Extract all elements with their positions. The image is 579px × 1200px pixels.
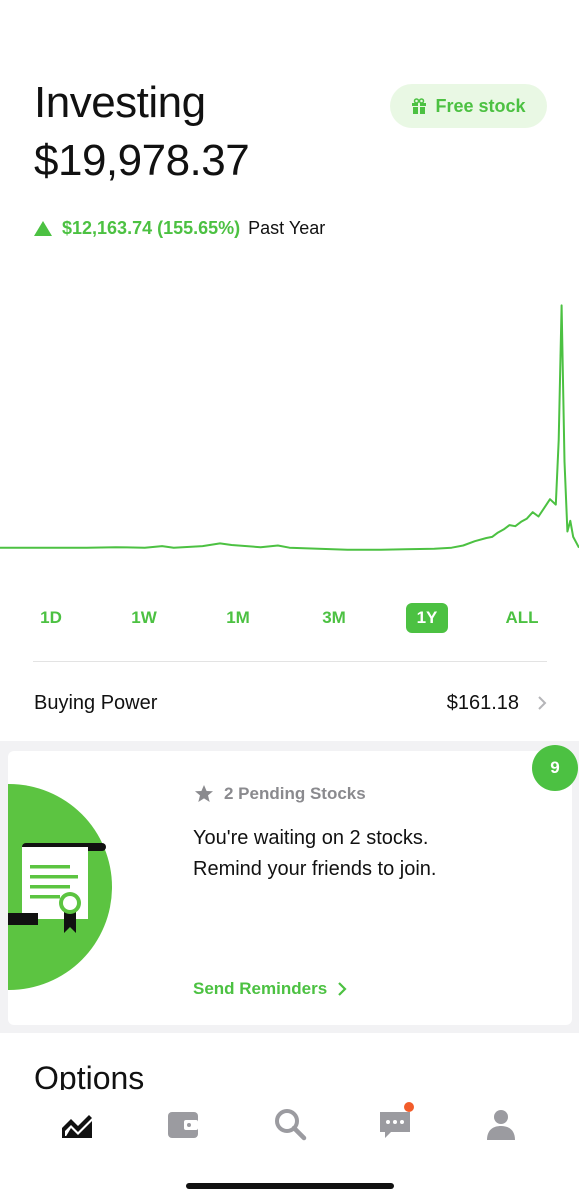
free-stock-button[interactable]: Free stock: [390, 84, 547, 128]
range-button-1w[interactable]: 1W: [121, 603, 167, 633]
notification-dot: [404, 1102, 414, 1112]
portfolio-chart[interactable]: [0, 300, 579, 580]
change-period: Past Year: [248, 218, 326, 238]
card-message-line: You're waiting on 2 stocks.: [193, 827, 429, 849]
range-button-3m[interactable]: 3M: [311, 603, 357, 633]
tab-messages[interactable]: [370, 1102, 420, 1146]
tab-search[interactable]: [265, 1102, 315, 1146]
tab-wallet[interactable]: [158, 1102, 208, 1146]
wallet-icon: [168, 1112, 198, 1138]
buying-power-label: Buying Power: [34, 691, 158, 714]
card-count-badge[interactable]: 9: [532, 745, 578, 791]
divider: [33, 661, 547, 662]
account-icon: [487, 1110, 515, 1140]
up-arrow-icon: [34, 221, 52, 236]
buying-power-row[interactable]: Buying Power $161.18: [34, 688, 547, 718]
tab-account[interactable]: [476, 1102, 526, 1146]
portfolio-value: $19,978.37: [34, 136, 250, 185]
home-indicator: [186, 1183, 394, 1189]
star-icon: [195, 785, 213, 802]
page-title: Investing: [34, 78, 206, 127]
chevron-right-icon: [538, 696, 547, 710]
card-message: You're waiting on 2 stocks. Remind your …: [193, 823, 543, 885]
tab-investing[interactable]: [52, 1102, 102, 1146]
send-reminders-label: Send Reminders: [193, 979, 328, 998]
send-reminders-button[interactable]: Send Reminders: [193, 979, 347, 999]
certificate-icon: [8, 843, 106, 933]
range-button-all[interactable]: ALL: [499, 603, 545, 633]
range-button-1d[interactable]: 1D: [28, 603, 74, 633]
pending-stocks-label: 2 Pending Stocks: [224, 784, 366, 803]
time-range-selector: 1D 1W 1M 3M 1Y ALL: [0, 603, 579, 635]
free-stock-label: Free stock: [435, 95, 526, 116]
buying-power-value: $161.18: [446, 691, 519, 714]
search-icon: [275, 1109, 307, 1141]
gift-icon: [412, 98, 427, 114]
pending-stocks-card[interactable]: 2 Pending Stocks You're waiting on 2 sto…: [8, 751, 572, 1025]
card-message-line: Remind your friends to join.: [193, 858, 437, 880]
range-button-1m[interactable]: 1M: [215, 603, 261, 633]
chart-series-line: [0, 304, 579, 551]
pending-stocks-header: 2 Pending Stocks: [194, 784, 366, 804]
chart-icon: [62, 1115, 92, 1138]
chevron-right-icon: [338, 982, 347, 996]
portfolio-change: $12,163.74 (155.65%) Past Year: [34, 218, 325, 239]
change-amount: $12,163.74 (155.65%): [62, 218, 241, 238]
range-button-1y[interactable]: 1Y: [406, 603, 448, 633]
tab-bar: [0, 1090, 579, 1200]
